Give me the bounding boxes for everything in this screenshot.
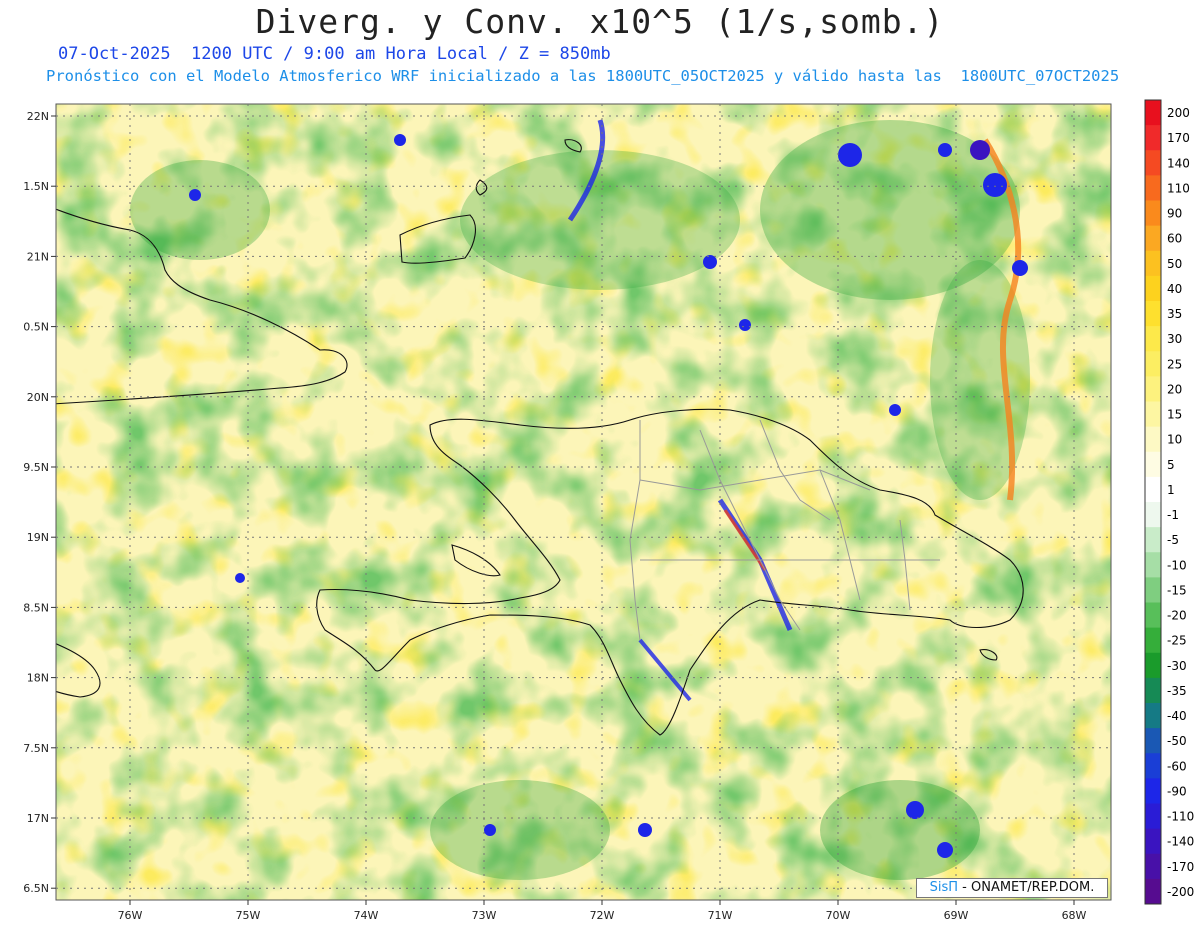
- colorbar-swatch: [1145, 476, 1161, 503]
- colorbar-label: -60: [1167, 759, 1187, 773]
- lon-tick-label: 75W: [236, 909, 261, 922]
- colorbar-swatch: [1145, 803, 1161, 830]
- credit-box: SisΠ - ONAMET/REP.DOM.: [916, 878, 1108, 898]
- colorbar-swatch: [1145, 150, 1161, 176]
- colorbar-label: -30: [1167, 659, 1187, 673]
- colorbar: 200 170 140 110 90 60 50 40 35 30 25 20 15 10 5 1 -1 -5 -1…: [1144, 99, 1194, 905]
- colorbar-swatch: [1145, 828, 1161, 855]
- colorbar-label: 1: [1167, 483, 1175, 497]
- colorbar-swatch: [1145, 778, 1161, 804]
- colorbar-label: 170: [1167, 131, 1190, 145]
- colorbar-swatch: [1145, 728, 1161, 754]
- colorbar-label: -25: [1167, 634, 1187, 648]
- divergence-map: 76W 75W 74W 73W 72W 71W 70W 69W 68W 22N 1.5N 21N 0.…: [23, 99, 1194, 922]
- lat-tick-label: 8.5N: [23, 601, 49, 614]
- colorbar-swatch: [1145, 275, 1161, 302]
- colorbar-label: -10: [1167, 558, 1187, 572]
- colorbar-label: 110: [1167, 181, 1190, 195]
- lon-tick-label: 68W: [1062, 909, 1087, 922]
- field-shading: [56, 104, 1111, 900]
- colorbar-swatch: [1145, 225, 1161, 252]
- lon-tick-label: 72W: [590, 909, 615, 922]
- colorbar-label: -5: [1167, 533, 1179, 547]
- colorbar-swatch: [1145, 426, 1161, 453]
- lat-tick-label: 22N: [27, 110, 49, 123]
- lon-tick-label: 69W: [944, 909, 969, 922]
- colorbar-label: -140: [1167, 835, 1194, 849]
- colorbar-swatch: [1145, 250, 1161, 277]
- colorbar-label: -90: [1167, 784, 1187, 798]
- colorbar-swatch: [1145, 451, 1161, 478]
- lat-tick-labels: 22N 1.5N 21N 0.5N 20N 9.5N 19N 8.5N 18N 7.5N 17N 6.…: [23, 110, 56, 895]
- lat-tick-label: 19N: [27, 531, 49, 544]
- lon-tick-label: 76W: [118, 909, 143, 922]
- lon-tick-label: 71W: [708, 909, 733, 922]
- colorbar-label: -40: [1167, 709, 1187, 723]
- colorbar-label: 40: [1167, 282, 1182, 296]
- lat-tick-label: 6.5N: [23, 882, 49, 895]
- colorbar-label: 5: [1167, 458, 1175, 472]
- colorbar-label: 25: [1167, 357, 1182, 371]
- colorbar-label: 20: [1167, 382, 1182, 396]
- colorbar-label: 90: [1167, 207, 1182, 221]
- colorbar-swatch: [1145, 100, 1161, 126]
- colorbar-label: -200: [1167, 885, 1194, 899]
- colorbar-label: -50: [1167, 734, 1187, 748]
- colorbar-swatch: [1145, 326, 1161, 352]
- colorbar-swatch: [1145, 502, 1161, 528]
- colorbar-swatch: [1145, 602, 1161, 629]
- colorbar-swatch: [1145, 351, 1161, 377]
- colorbar-swatch: [1145, 677, 1161, 704]
- lon-tick-label: 70W: [826, 909, 851, 922]
- lat-tick-label: 1.5N: [23, 180, 49, 193]
- colorbar-label: -110: [1167, 810, 1194, 824]
- colorbar-label: -1: [1167, 508, 1179, 522]
- colorbar-label: 35: [1167, 307, 1182, 321]
- colorbar-swatch: [1145, 301, 1161, 327]
- lon-tick-labels: 76W 75W 74W 73W 72W 71W 70W 69W 68W: [118, 900, 1087, 922]
- lat-tick-label: 7.5N: [23, 742, 49, 755]
- colorbar-swatch: [1145, 200, 1161, 227]
- lat-tick-label: 21N: [27, 250, 49, 263]
- colorbar-label: -15: [1167, 583, 1187, 597]
- colorbar-label: -35: [1167, 684, 1187, 698]
- lon-tick-label: 73W: [472, 909, 497, 922]
- colorbar-label: 200: [1167, 106, 1190, 120]
- colorbar-swatch: [1145, 577, 1161, 603]
- lat-tick-label: 17N: [27, 812, 49, 825]
- colorbar-swatch: [1145, 853, 1161, 880]
- colorbar-label: 15: [1167, 408, 1182, 422]
- lon-tick-label: 74W: [354, 909, 379, 922]
- credit-brand: SisΠ: [929, 880, 959, 895]
- colorbar-swatch: [1145, 527, 1161, 553]
- colorbar-label: 140: [1167, 156, 1190, 170]
- colorbar-swatch: [1145, 878, 1161, 905]
- colorbar-label: 10: [1167, 433, 1182, 447]
- colorbar-swatch: [1145, 401, 1161, 428]
- colorbar-swatch: [1145, 703, 1161, 729]
- colorbar-label: -20: [1167, 609, 1187, 623]
- colorbar-swatch: [1145, 627, 1161, 654]
- colorbar-swatch: [1145, 125, 1161, 151]
- colorbar-swatch: [1145, 753, 1161, 779]
- colorbar-swatch: [1145, 552, 1161, 578]
- lat-tick-label: 20N: [27, 391, 49, 404]
- colorbar-label: 50: [1167, 257, 1182, 271]
- colorbar-label: 60: [1167, 232, 1182, 246]
- lat-tick-label: 0.5N: [23, 321, 49, 334]
- lat-tick-label: 18N: [27, 672, 49, 685]
- colorbar-swatch: [1145, 376, 1161, 402]
- colorbar-label: 30: [1167, 332, 1182, 346]
- credit-text: - ONAMET/REP.DOM.: [962, 880, 1095, 895]
- lat-tick-label: 9.5N: [23, 461, 49, 474]
- colorbar-label: -170: [1167, 860, 1194, 874]
- colorbar-swatch: [1145, 175, 1161, 201]
- colorbar-swatch: [1145, 652, 1161, 679]
